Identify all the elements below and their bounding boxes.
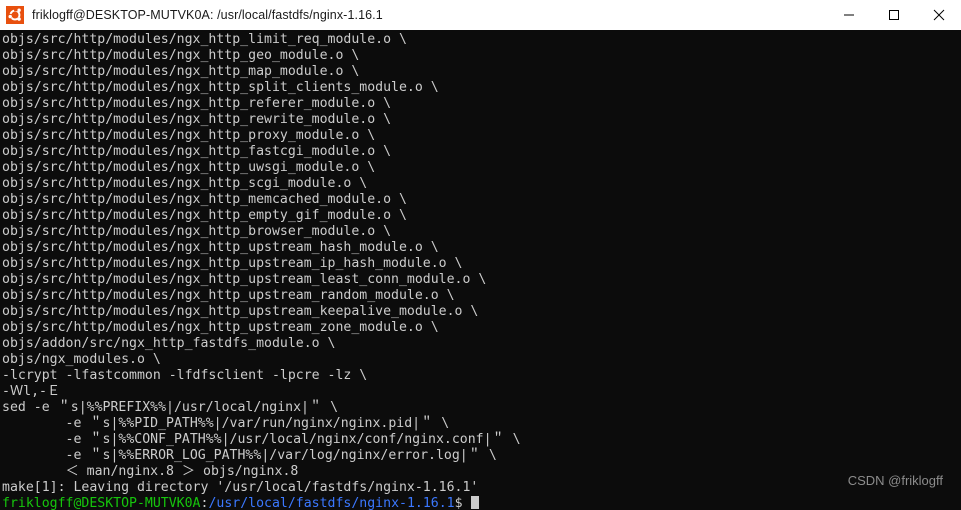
terminal-line: -e ＂s|%%PID_PATH%%|/var/run/nginx/nginx.… (2, 416, 450, 431)
terminal-line: objs/src/http/modules/ngx_http_limit_req… (2, 32, 407, 47)
terminal-line: -lcrypt -lfastcommon -lfdfsclient -lpcre… (2, 368, 368, 383)
terminal-line: objs/src/http/modules/ngx_http_upstream_… (2, 256, 463, 271)
prompt-user-host: friklogff@DESKTOP-MUTVK0A (2, 496, 201, 510)
terminal-line: objs/src/http/modules/ngx_http_scgi_modu… (2, 176, 368, 191)
terminal-line: -Ｗl,-Ｅ (2, 384, 61, 399)
terminal-line: objs/src/http/modules/ngx_http_uwsgi_mod… (2, 160, 376, 175)
terminal-line: objs/src/http/modules/ngx_http_upstream_… (2, 240, 439, 255)
output-line-list: objs/src/http/modules/ngx_http_limit_req… (2, 32, 961, 496)
terminal-line: sed -e ＂s|%%PREFIX%%|/usr/local/nginx|＂ … (2, 400, 339, 415)
title-bar-left: friklogff@DESKTOP-MUTVK0A: /usr/local/fa… (0, 6, 826, 24)
maximize-icon[interactable] (871, 0, 916, 30)
terminal-line: -e ＂s|%%ERROR_LOG_PATH%%|/var/log/nginx/… (2, 448, 497, 463)
terminal-line: -e ＂s|%%CONF_PATH%%|/usr/local/nginx/con… (2, 432, 521, 447)
block-cursor (470, 496, 479, 509)
window-title: friklogff@DESKTOP-MUTVK0A: /usr/local/fa… (32, 8, 383, 22)
terminal-line: make[1]: Leaving directory '/usr/local/f… (2, 480, 479, 495)
ubuntu-logo-icon (6, 6, 24, 24)
terminal-line: objs/src/http/modules/ngx_http_browser_m… (2, 224, 392, 239)
close-icon[interactable] (916, 0, 961, 30)
title-bar[interactable]: friklogff@DESKTOP-MUTVK0A: /usr/local/fa… (0, 0, 961, 30)
terminal-output[interactable]: objs/src/http/modules/ngx_http_limit_req… (0, 30, 961, 510)
terminal-line: objs/src/http/modules/ngx_http_upstream_… (2, 288, 455, 303)
terminal-line: objs/src/http/modules/ngx_http_rewrite_m… (2, 112, 392, 127)
minimize-icon[interactable] (826, 0, 871, 30)
window-controls (826, 0, 961, 30)
terminal-line: objs/src/http/modules/ngx_http_geo_modul… (2, 48, 360, 63)
terminal-line: objs/src/http/modules/ngx_http_memcached… (2, 192, 407, 207)
prompt-symbol: $ (454, 496, 463, 510)
terminal-line: objs/src/http/modules/ngx_http_fastcgi_m… (2, 144, 392, 159)
terminal-line: objs/src/http/modules/ngx_http_referer_m… (2, 96, 392, 111)
terminal-line: objs/src/http/modules/ngx_http_upstream_… (2, 320, 439, 335)
terminal-window: friklogff@DESKTOP-MUTVK0A: /usr/local/fa… (0, 0, 961, 510)
terminal-line: objs/addon/src/ngx_http_fastdfs_module.o… (2, 336, 336, 351)
terminal-line: objs/src/http/modules/ngx_http_proxy_mod… (2, 128, 376, 143)
prompt-line: friklogff@DESKTOP-MUTVK0A:/usr/local/fas… (2, 496, 961, 510)
terminal-line: objs/src/http/modules/ngx_http_split_cli… (2, 80, 439, 95)
terminal-line: objs/src/http/modules/ngx_http_empty_gif… (2, 208, 407, 223)
prompt-path: /usr/local/fastdfs/nginx-1.16.1 (208, 496, 455, 510)
csdn-watermark: CSDN @friklogff (847, 473, 943, 488)
terminal-line: objs/ngx_modules.o \ (2, 352, 161, 367)
terminal-line: objs/src/http/modules/ngx_http_map_modul… (2, 64, 360, 79)
terminal-line: ＜ man/nginx.8 ＞ objs/nginx.8 (2, 464, 299, 479)
terminal-line: objs/src/http/modules/ngx_http_upstream_… (2, 304, 479, 319)
terminal-line: objs/src/http/modules/ngx_http_upstream_… (2, 272, 487, 287)
